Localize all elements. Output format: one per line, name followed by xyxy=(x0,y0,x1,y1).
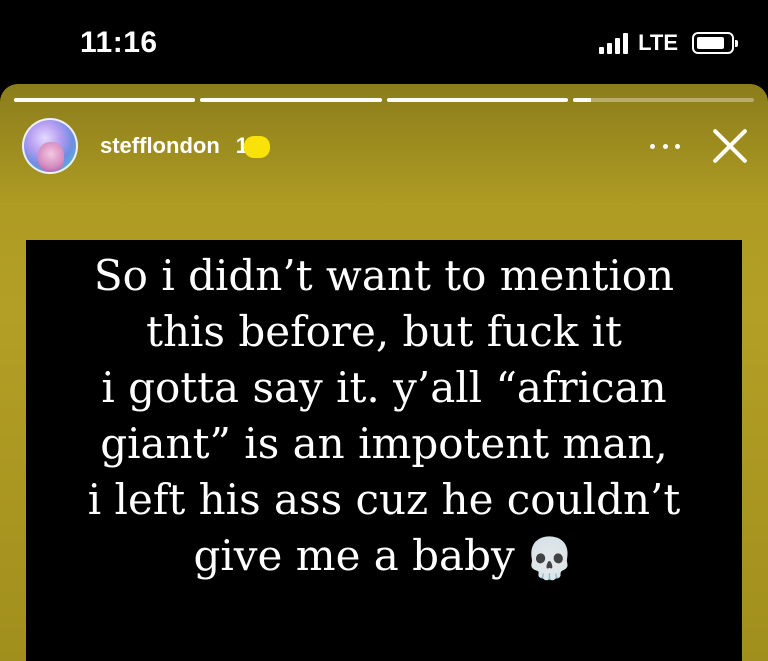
progress-fill xyxy=(386,98,568,102)
status-bar: 11:16 LTE xyxy=(0,0,768,84)
signal-bar xyxy=(623,33,629,54)
story-text-line: i gotta say it. y’all “african xyxy=(101,363,667,412)
story-text-box: So i didn’t want to mention this before,… xyxy=(26,240,742,661)
progress-fill xyxy=(14,98,196,102)
progress-fill xyxy=(200,98,382,102)
avatar[interactable] xyxy=(22,118,78,174)
story-text-line: So i didn’t want to mention xyxy=(93,251,675,300)
progress-fill xyxy=(572,98,591,102)
signal-bar xyxy=(607,43,613,54)
dot xyxy=(662,143,668,149)
instagram-story-screen: 11:16 LTE stefflondon 1 So i didn’t want… xyxy=(0,0,768,661)
cellular-signal-icon xyxy=(599,32,629,54)
story-time-ago: 1 xyxy=(236,133,271,159)
story-text-line: i left his ass cuz he couldn’t xyxy=(87,475,681,524)
story-progress-bar xyxy=(14,98,754,102)
battery-level xyxy=(697,37,725,49)
story-viewer[interactable]: stefflondon 1 So i didn’t want to mentio… xyxy=(0,84,768,661)
status-indicators: LTE xyxy=(599,28,738,58)
dot xyxy=(675,143,680,149)
battery-tip xyxy=(735,40,738,47)
progress-segment xyxy=(386,98,568,102)
progress-segment xyxy=(14,98,196,102)
progress-segment xyxy=(572,98,754,102)
username[interactable]: stefflondon xyxy=(100,133,220,159)
more-horizontal-icon[interactable] xyxy=(650,136,680,156)
close-icon[interactable] xyxy=(710,126,750,166)
redaction-mark xyxy=(244,136,271,159)
story-text-last-words: give me a baby xyxy=(193,531,515,580)
progress-segment xyxy=(200,98,382,102)
story-header: stefflondon 1 xyxy=(22,116,750,176)
signal-bar xyxy=(599,47,605,54)
story-text-line-last: give me a baby 💀 xyxy=(26,528,742,587)
story-text-line: this before, but fuck it xyxy=(146,307,622,356)
story-text-line: giant” is an impotent man, xyxy=(100,419,668,468)
network-type: LTE xyxy=(638,30,678,55)
dot xyxy=(650,143,655,149)
battery-icon xyxy=(692,32,738,54)
skull-emoji-icon: 💀 xyxy=(524,536,575,582)
status-time: 11:16 xyxy=(80,26,158,59)
signal-bar xyxy=(615,38,621,54)
